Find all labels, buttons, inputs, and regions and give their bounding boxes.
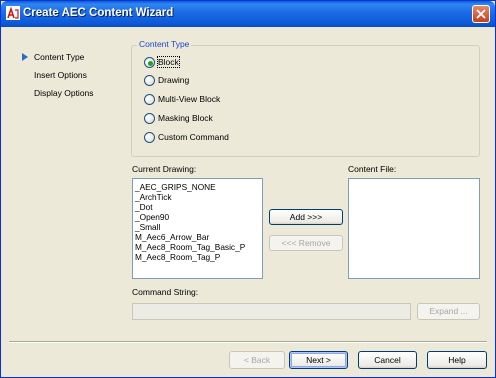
- radio-label: Block: [157, 56, 180, 68]
- step-label: Insert Options: [34, 70, 87, 80]
- next-button[interactable]: Next >: [289, 351, 348, 369]
- radio-circle: [144, 75, 155, 86]
- radio-selected-dot: [148, 61, 153, 66]
- radio-circle: [144, 94, 155, 105]
- list-item[interactable]: M_Aec8_Room_Tag_P: [135, 252, 220, 262]
- expand-button[interactable]: Expand ...: [417, 303, 480, 320]
- close-icon: [476, 9, 486, 19]
- list-item[interactable]: _AEC_GRIPS_NONE: [135, 182, 216, 192]
- radio-label: Multi-View Block: [158, 94, 221, 104]
- step-label: Content Type: [34, 52, 85, 62]
- expand-button-label: Expand ...: [429, 306, 468, 316]
- wizard-window: Create AEC Content Wizard Content Type I…: [0, 0, 496, 378]
- cancel-button[interactable]: Cancel: [358, 351, 417, 369]
- command-string-input[interactable]: [132, 303, 411, 320]
- current-drawing-label: Current Drawing:: [132, 164, 197, 174]
- remove-button-label: <<< Remove: [281, 238, 331, 248]
- next-button-label: Next >: [306, 355, 331, 365]
- content-file-label: Content File:: [348, 164, 397, 174]
- current-step-arrow-icon: [22, 53, 28, 61]
- close-button[interactable]: [472, 5, 490, 23]
- title-bar[interactable]: Create AEC Content Wizard: [1, 1, 495, 27]
- radio-label: Drawing: [158, 75, 190, 85]
- radio-circle: [144, 57, 155, 68]
- help-button[interactable]: Help: [427, 351, 487, 369]
- list-item[interactable]: _Open90: [135, 212, 169, 222]
- radio-circle: [144, 113, 155, 124]
- radio-label: Custom Command: [158, 132, 229, 142]
- current-drawing-list[interactable]: _AEC_GRIPS_NONE _ArchTick _Dot _Open90 _…: [132, 178, 263, 279]
- list-item[interactable]: _ArchTick: [135, 192, 172, 202]
- content-type-legend: Content Type: [137, 39, 192, 49]
- back-button[interactable]: < Back: [229, 351, 285, 369]
- cancel-button-label: Cancel: [374, 355, 401, 365]
- back-button-label: < Back: [243, 355, 271, 365]
- list-item[interactable]: _Dot: [135, 202, 153, 212]
- list-item[interactable]: _Small: [135, 222, 160, 232]
- help-button-label: Help: [448, 355, 466, 365]
- autocad-app-icon: [6, 6, 20, 20]
- content-file-list[interactable]: [348, 178, 480, 279]
- add-button[interactable]: Add >>>: [269, 209, 343, 225]
- remove-button[interactable]: <<< Remove: [269, 235, 343, 251]
- footer-separator: [9, 341, 487, 343]
- command-string-label: Command String:: [132, 287, 199, 297]
- radio-circle: [144, 132, 155, 143]
- window-title: Create AEC Content Wizard: [23, 7, 174, 19]
- list-item[interactable]: M_Aec8_Room_Tag_Basic_P: [135, 242, 245, 252]
- add-button-label: Add >>>: [289, 212, 323, 222]
- radio-label: Masking Block: [158, 113, 213, 123]
- list-item[interactable]: M_Aec6_Arrow_Bar: [135, 232, 209, 242]
- step-label: Display Options: [34, 88, 94, 98]
